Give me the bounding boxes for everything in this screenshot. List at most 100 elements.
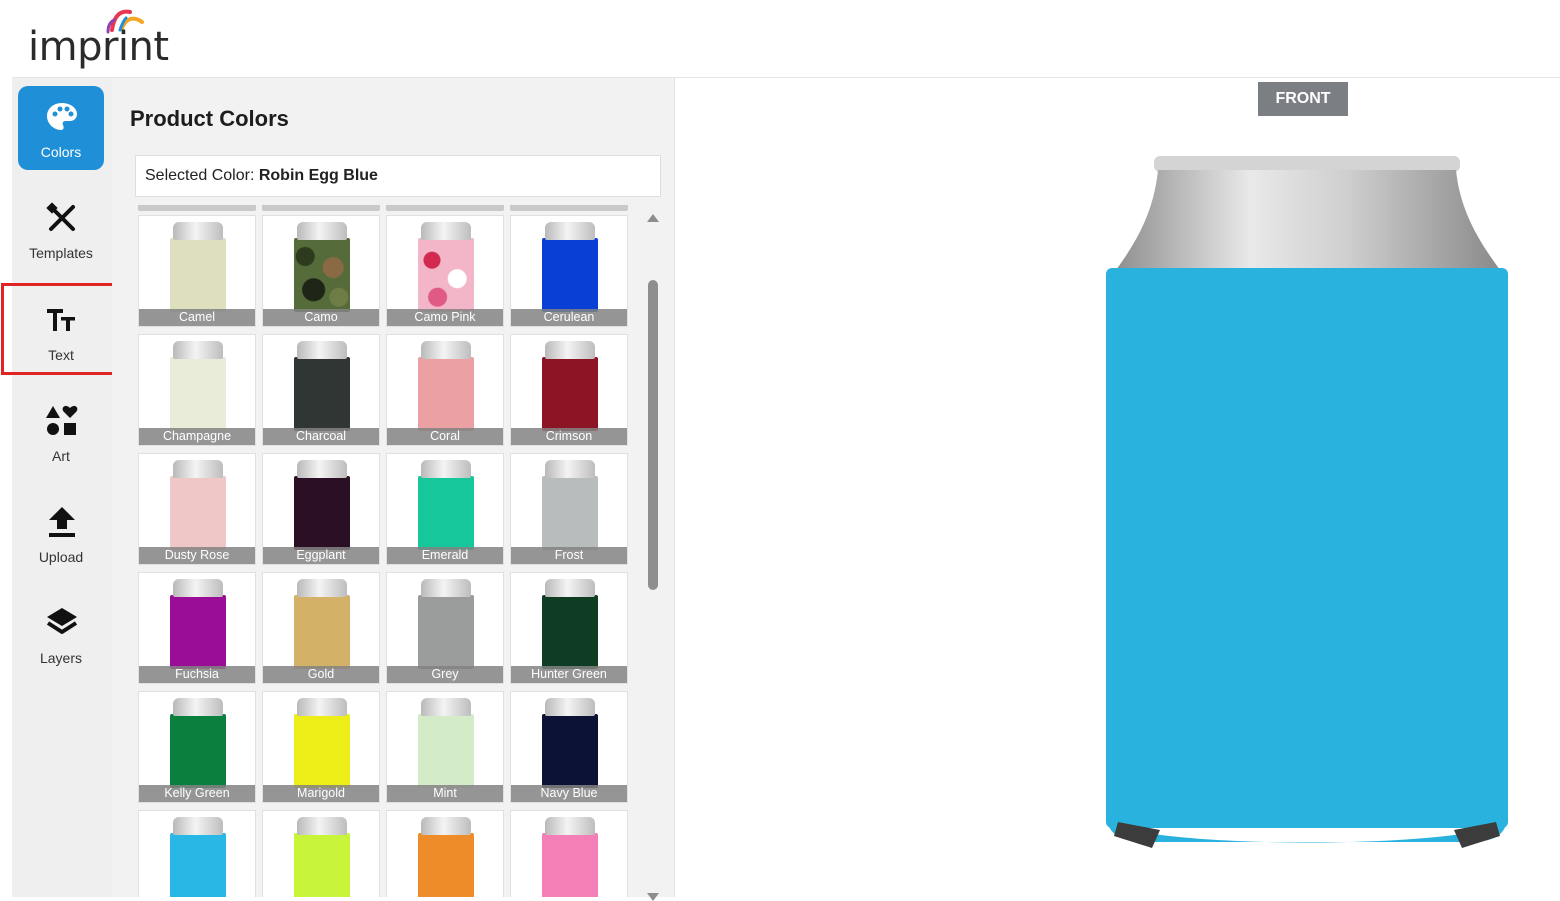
swatch-label: Camel: [139, 309, 255, 326]
color-swatch-grid: Camel Camo Camo Pink Cerulean Champagne Charc…: [136, 203, 632, 897]
swatch-label: Cerulean: [511, 309, 627, 326]
scroll-up-arrow-icon[interactable]: [647, 214, 659, 222]
swatch-color: [170, 714, 226, 788]
can-lid: [545, 222, 595, 240]
color-swatch[interactable]: Kelly Green: [138, 691, 256, 803]
layers-icon: [46, 608, 78, 634]
upload-icon: [49, 507, 75, 537]
tool-sidebar: Colors Templates Text Art Upload Layers: [12, 78, 112, 897]
can-lid: [545, 460, 595, 478]
can-lid: [173, 341, 223, 359]
color-swatch[interactable]: Frost: [510, 453, 628, 565]
swatch-label: Fuchsia: [139, 666, 255, 683]
can-lid: [421, 817, 471, 835]
can-lid: [297, 698, 347, 716]
can-lid: [421, 341, 471, 359]
can-lid: [545, 817, 595, 835]
selected-color-value: Robin Egg Blue: [258, 167, 378, 184]
color-swatch[interactable]: Hunter Green: [510, 572, 628, 684]
text-tool-highlight: [1, 283, 122, 375]
color-swatch[interactable]: Navy Blue: [510, 691, 628, 803]
sidebar-item-upload[interactable]: Upload: [18, 491, 104, 575]
color-swatch[interactable]: Mint: [386, 691, 504, 803]
swatch-label: Coral: [387, 428, 503, 445]
color-swatch[interactable]: Eggplant: [262, 453, 380, 565]
color-swatch[interactable]: Emerald: [386, 453, 504, 565]
swatch-color: [294, 833, 350, 897]
sidebar-item-templates[interactable]: Templates: [18, 187, 104, 271]
header: imprint: [0, 0, 1560, 77]
color-swatch[interactable]: Camo: [262, 215, 380, 327]
swatch-color: [170, 238, 226, 312]
color-swatch[interactable]: Fuchsia: [138, 572, 256, 684]
color-swatch[interactable]: [138, 810, 256, 897]
color-swatch[interactable]: Marigold: [262, 691, 380, 803]
can-top: [1116, 170, 1500, 270]
sidebar-item-art[interactable]: Art: [18, 390, 104, 474]
swatch-label: Marigold: [263, 785, 379, 802]
scroll-thumb[interactable]: [648, 280, 658, 590]
previous-row-edge: [136, 205, 632, 211]
swatch-label: Kelly Green: [139, 785, 255, 802]
can-lid: [173, 817, 223, 835]
swatch-color: [294, 595, 350, 669]
color-swatch[interactable]: [262, 810, 380, 897]
swatch-color: [418, 714, 474, 788]
sidebar-item-colors[interactable]: Colors: [18, 86, 104, 170]
swatch-color: [542, 238, 598, 312]
swatch-label: Frost: [511, 547, 627, 564]
can-lid: [173, 222, 223, 240]
panel-divider: [674, 78, 675, 897]
color-swatch[interactable]: Crimson: [510, 334, 628, 446]
color-swatch[interactable]: Coral: [386, 334, 504, 446]
swatch-label: Grey: [387, 666, 503, 683]
can-lid: [421, 579, 471, 597]
swatch-label: Camo Pink: [387, 309, 503, 326]
swatch-color: [418, 357, 474, 431]
swatch-color: [418, 595, 474, 669]
swatch-color: [294, 357, 350, 431]
imprint-logo[interactable]: imprint: [28, 6, 169, 72]
swatch-color: [418, 833, 474, 897]
can-lid: [173, 460, 223, 478]
scroll-down-arrow-icon[interactable]: [647, 893, 659, 901]
swatch-color: [542, 595, 598, 669]
swatch-color: [170, 476, 226, 550]
color-swatch[interactable]: [386, 810, 504, 897]
can-lid: [173, 579, 223, 597]
color-swatch[interactable]: Dusty Rose: [138, 453, 256, 565]
can-lid: [297, 341, 347, 359]
sidebar-item-label: Layers: [39, 650, 83, 666]
swatch-color: [418, 238, 474, 312]
can-lid: [545, 341, 595, 359]
can-lid: [1154, 156, 1460, 172]
color-swatch[interactable]: Camo Pink: [386, 215, 504, 327]
front-view-tab[interactable]: FRONT: [1258, 82, 1348, 116]
color-swatch[interactable]: Cerulean: [510, 215, 628, 327]
swatch-label: Charcoal: [263, 428, 379, 445]
color-swatch[interactable]: Champagne: [138, 334, 256, 446]
sidebar-item-label: Templates: [29, 245, 93, 261]
sidebar-item-label: Upload: [38, 549, 84, 565]
can-lid: [297, 460, 347, 478]
swatch-color: [542, 714, 598, 788]
panel-title: Product Colors: [130, 106, 289, 131]
color-swatch[interactable]: Grey: [386, 572, 504, 684]
can-lid: [297, 817, 347, 835]
swatch-scrollbar[interactable]: [644, 208, 662, 901]
swatch-label: Dusty Rose: [139, 547, 255, 564]
palette-icon: [47, 103, 77, 130]
color-swatch[interactable]: [510, 810, 628, 897]
logo-text: imprint: [28, 24, 169, 70]
sidebar-item-layers[interactable]: Layers: [18, 592, 104, 676]
color-swatch[interactable]: Camel: [138, 215, 256, 327]
koozie-preview: [1106, 156, 1508, 848]
swatch-color: [418, 476, 474, 550]
swatch-label: Champagne: [139, 428, 255, 445]
can-lid: [297, 579, 347, 597]
sidebar-item-label: Art: [52, 448, 70, 464]
swatch-color: [542, 476, 598, 550]
color-swatch[interactable]: Gold: [262, 572, 380, 684]
color-swatch[interactable]: Charcoal: [262, 334, 380, 446]
shapes-icon: [46, 405, 78, 435]
